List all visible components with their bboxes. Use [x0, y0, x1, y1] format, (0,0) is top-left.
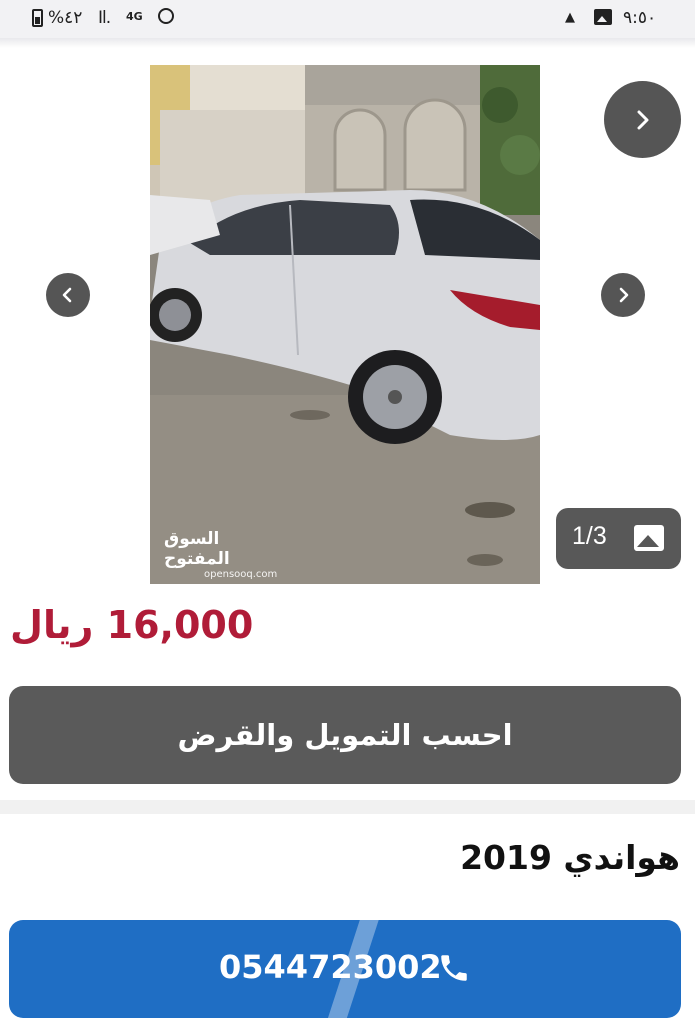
- phone-icon: [441, 955, 467, 981]
- battery-level: %٤٢: [48, 8, 83, 28]
- car-photo[interactable]: السوق المفتوح opensooq.com: [150, 65, 540, 584]
- status-bar: %٤٢ Il. 4G ▲ ٩:٥٠: [0, 0, 695, 38]
- prev-image-button[interactable]: [46, 273, 90, 317]
- next-listing-button[interactable]: [604, 81, 681, 158]
- watermark: السوق المفتوح opensooq.com: [164, 529, 277, 580]
- watermark-english: opensooq.com: [204, 569, 278, 580]
- battery-icon: [32, 9, 43, 27]
- chevron-left-icon: [62, 287, 72, 303]
- network-type: 4G: [126, 10, 143, 23]
- alarm-icon: [158, 8, 174, 24]
- finance-calculator-button[interactable]: احسب التمويل والقرض: [9, 686, 681, 784]
- image-counter: 1/3: [572, 522, 607, 550]
- notification-icon: ▲: [565, 10, 575, 25]
- image-counter-badge[interactable]: 1/3: [556, 508, 681, 569]
- image-icon: [634, 525, 664, 551]
- section-divider: [0, 800, 695, 814]
- phone-number: 0544723002: [219, 948, 442, 986]
- listing-title: هواندي 2019: [460, 838, 680, 877]
- price: 16,000 ريال: [10, 603, 254, 647]
- next-image-button[interactable]: [601, 273, 645, 317]
- chevron-right-icon: [619, 287, 629, 303]
- clock: ٩:٥٠: [623, 8, 657, 28]
- watermark-arabic: السوق المفتوح: [164, 529, 230, 569]
- call-button[interactable]: 0544723002: [9, 920, 681, 1018]
- chevron-right-icon: [637, 110, 648, 129]
- signal-icon: Il.: [98, 8, 111, 28]
- gallery-notification-icon: [594, 9, 612, 25]
- header-shadow: [0, 38, 695, 48]
